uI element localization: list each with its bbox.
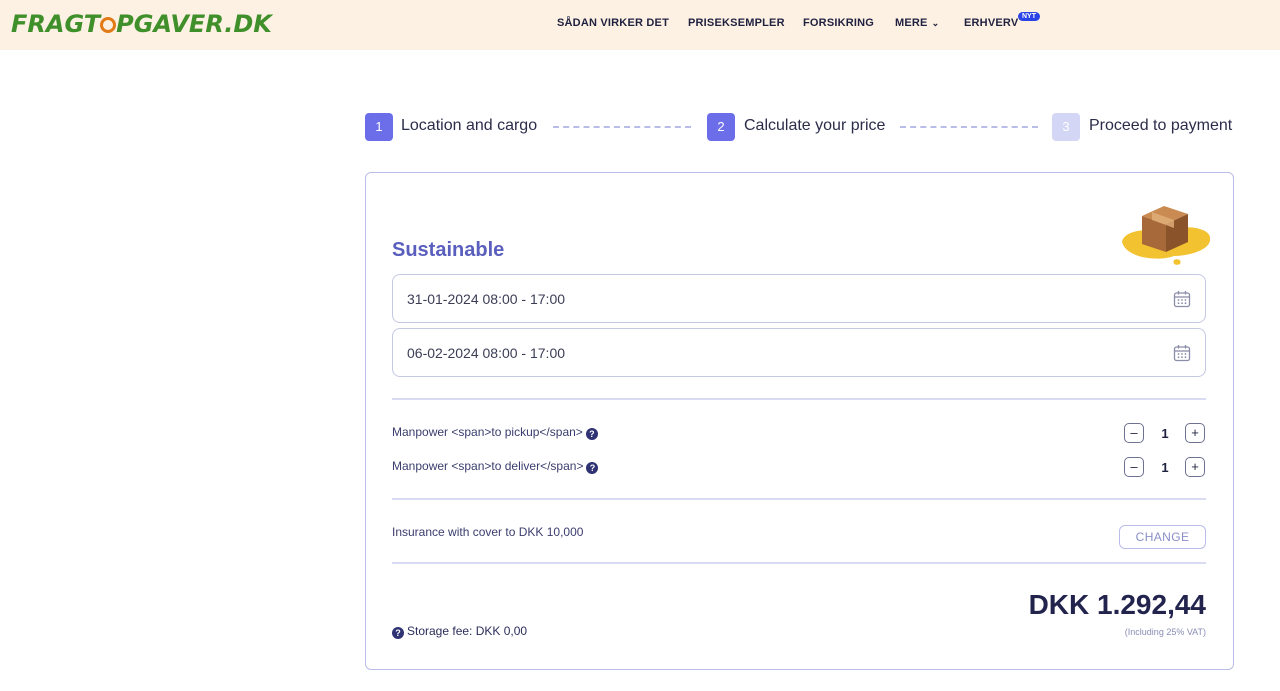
storage-fee: ? Storage fee: DKK 0,00	[392, 624, 527, 639]
step-1-number: 1	[365, 113, 393, 141]
logo-text-left: FRAGT	[11, 10, 101, 38]
step-2-label: Calculate your price	[744, 117, 886, 134]
help-icon[interactable]: ?	[586, 462, 599, 474]
nav-more[interactable]: MERE ⌄	[895, 17, 939, 29]
new-badge: NYT	[1018, 12, 1040, 21]
change-insurance-button[interactable]: CHANGE	[1119, 525, 1206, 549]
help-icon[interactable]: ?	[585, 428, 598, 440]
logo-text-right: PGAVER.DK	[116, 10, 272, 38]
storage-fee-text: Storage fee: DKK 0,00	[407, 624, 528, 638]
nav-insurance[interactable]: FORSIKRING	[803, 17, 874, 29]
chevron-down-icon: ⌄	[931, 18, 940, 28]
manpower-deliver-increase-button[interactable]: +	[1185, 457, 1205, 477]
card-title: Sustainable	[392, 239, 505, 261]
step-connector-1	[553, 126, 691, 128]
pickup-date-field[interactable]: 31-01-2024 08:00 - 17:00	[392, 274, 1206, 323]
manpower-pickup-row: Manpower <span>to pickup</span>?	[392, 425, 598, 440]
nav-how-it-works[interactable]: SÅDAN VIRKER DET	[557, 17, 669, 29]
package-illustration-icon	[1122, 206, 1211, 265]
total-price: DKK 1.292,44	[1028, 589, 1206, 620]
section-divider	[392, 498, 1206, 500]
manpower-pickup-increase-button[interactable]: +	[1185, 423, 1205, 443]
section-divider	[392, 562, 1206, 564]
manpower-deliver-row: Manpower <span>to deliver</span>?	[392, 459, 599, 474]
manpower-deliver-quantity: 1	[1161, 460, 1169, 475]
nav-business[interactable]: ERHVERV	[964, 17, 1018, 29]
delivery-date-value: 06-02-2024 08:00 - 17:00	[407, 345, 566, 361]
help-icon[interactable]: ?	[392, 627, 404, 639]
manpower-deliver-decrease-button[interactable]: –	[1124, 457, 1144, 477]
manpower-pickup-decrease-button[interactable]: –	[1124, 423, 1144, 443]
step-1-label: Location and cargo	[401, 117, 538, 134]
pickup-date-value: 31-01-2024 08:00 - 17:00	[407, 291, 566, 307]
insurance-label: Insurance with cover to DKK 10,000	[392, 525, 584, 539]
vat-note: (Including 25% VAT)	[1124, 627, 1206, 637]
step-3-number: 3	[1052, 113, 1080, 141]
manpower-deliver-label: Manpower <span>to deliver</span>	[392, 459, 584, 473]
manpower-pickup-quantity: 1	[1161, 426, 1169, 441]
site-logo[interactable]: FRAGT PGAVER.DK	[11, 10, 272, 38]
step-3-label: Proceed to payment	[1089, 117, 1233, 134]
logo-wheel-icon	[100, 17, 117, 33]
step-connector-2	[900, 126, 1038, 128]
nav-more-label: MERE	[895, 17, 928, 29]
calendar-icon[interactable]	[1173, 344, 1191, 362]
section-divider	[392, 398, 1206, 400]
manpower-pickup-label: Manpower <span>to pickup</span>	[392, 425, 583, 439]
nav-price-examples[interactable]: PRISEKSEMPLER	[688, 17, 785, 29]
step-2-number: 2	[707, 113, 735, 141]
top-header: FRAGT PGAVER.DK SÅDAN VIRKER DET PRISEKSE…	[0, 0, 1280, 50]
calendar-icon[interactable]	[1173, 290, 1191, 308]
delivery-date-field[interactable]: 06-02-2024 08:00 - 17:00	[392, 328, 1206, 377]
